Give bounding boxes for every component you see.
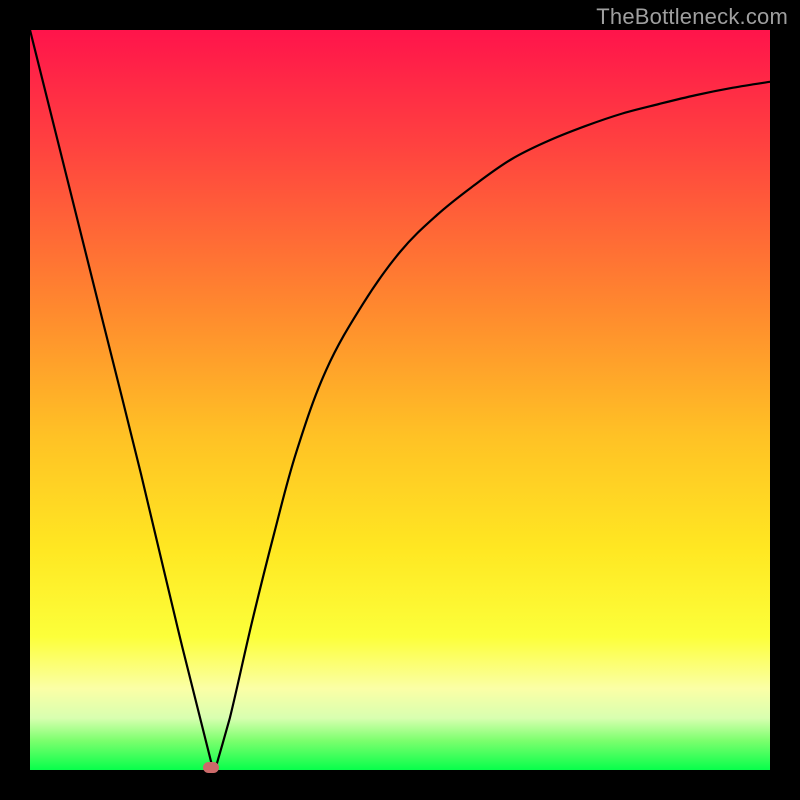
plot-area [30,30,770,770]
bottleneck-curve [30,30,770,770]
chart-frame: TheBottleneck.com [0,0,800,800]
watermark-text: TheBottleneck.com [596,4,788,30]
bottleneck-minimum-marker [203,762,219,773]
